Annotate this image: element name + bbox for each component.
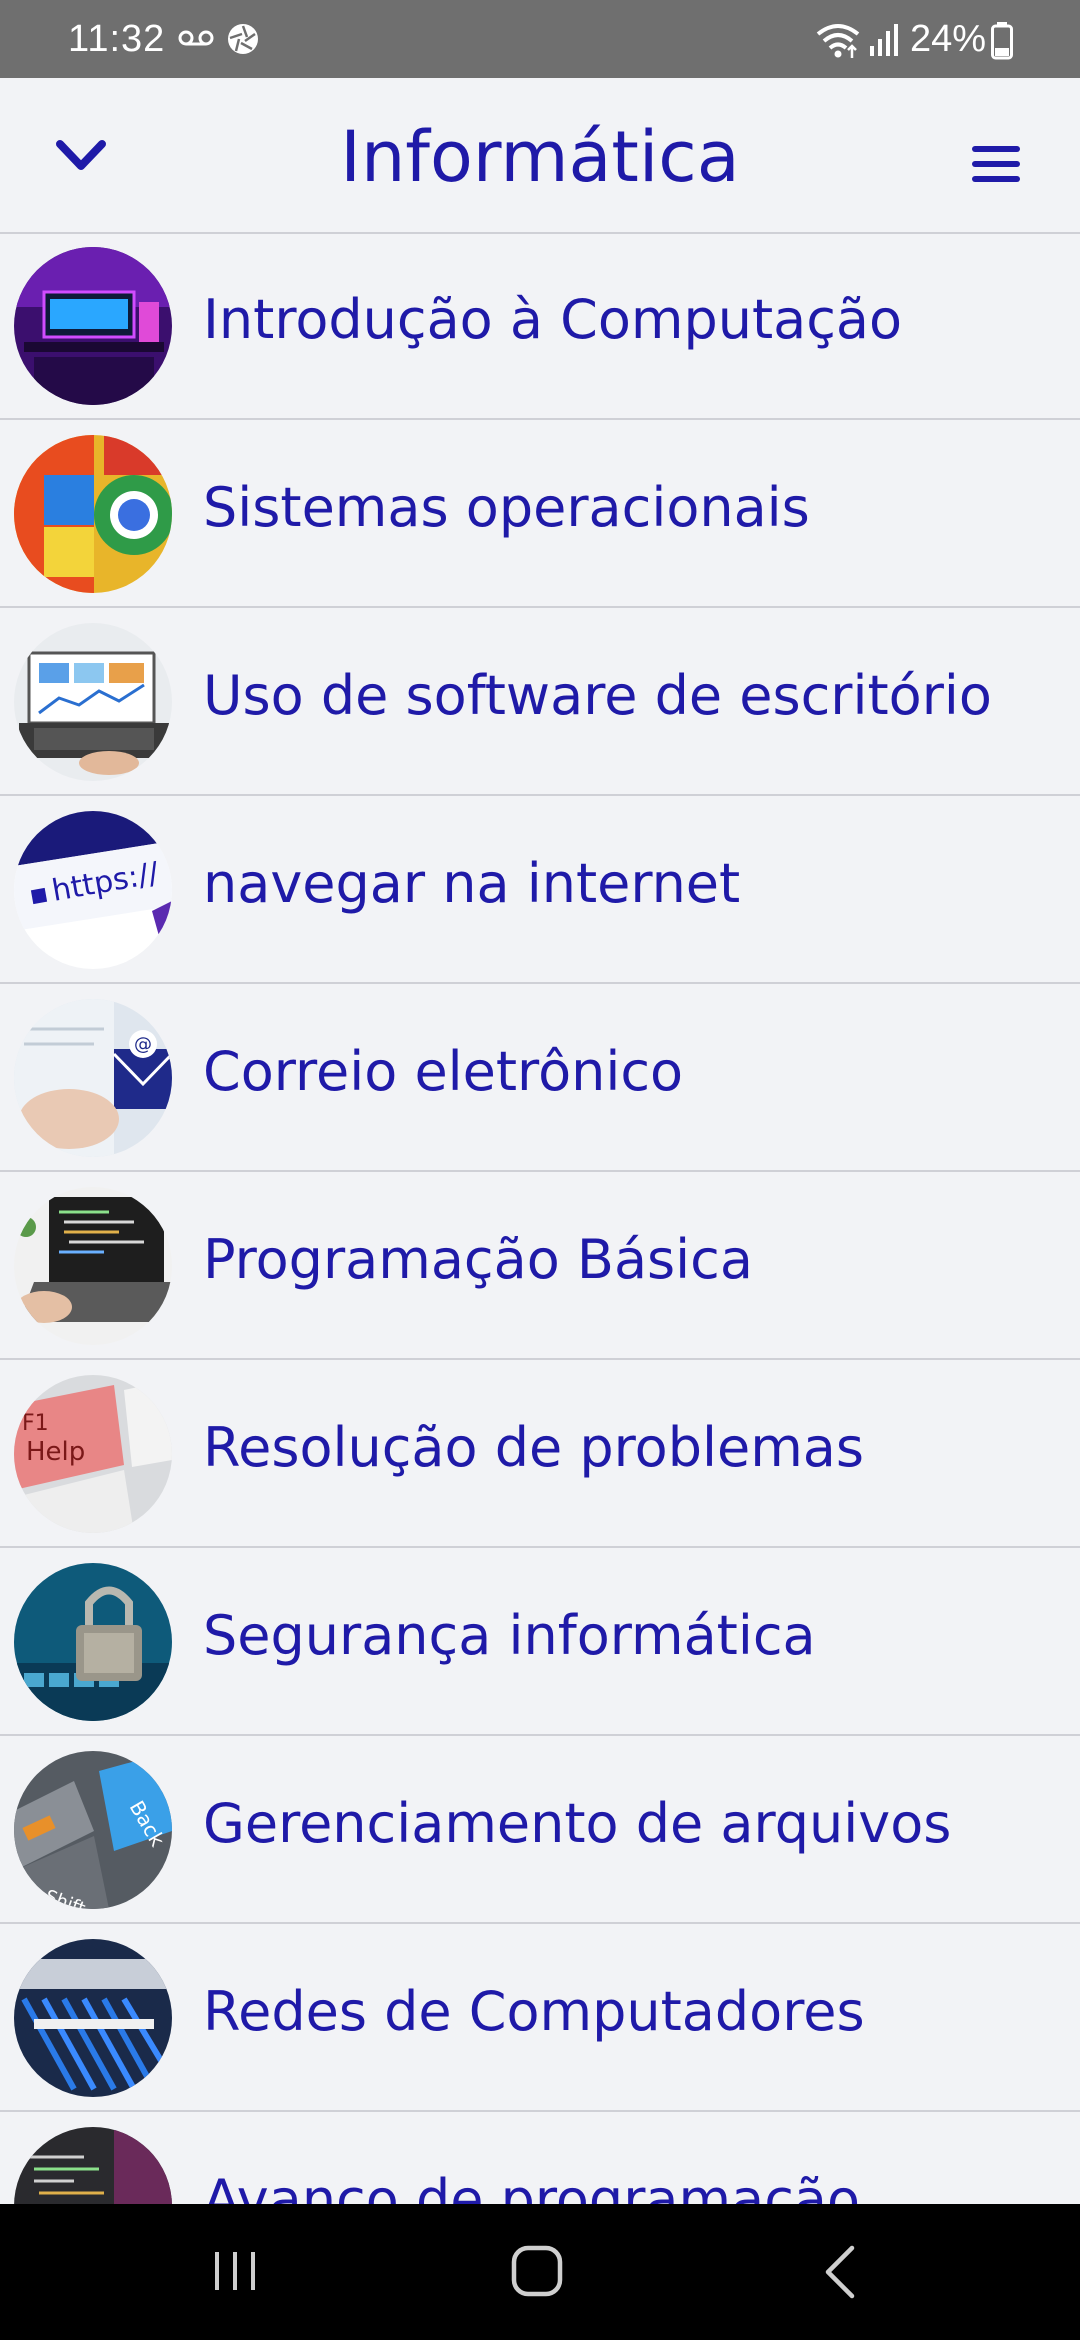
topic-item-programacao[interactable]: Programação Básica xyxy=(0,1172,1080,1360)
topic-item-escritorio[interactable]: Uso de software de escritório xyxy=(0,608,1080,796)
home-icon[interactable] xyxy=(510,2244,564,2298)
topic-item-sistemas[interactable]: Sistemas operacionais xyxy=(0,420,1080,608)
app-header: Informática xyxy=(0,78,1080,234)
svg-text:@: @ xyxy=(134,1034,152,1055)
gaming-desk-thumbnail xyxy=(14,247,172,405)
topic-label: Resolução de problemas xyxy=(203,1416,865,1479)
hamburger-menu-icon[interactable] xyxy=(966,140,1026,188)
backup-key-thumbnail: Back Shift xyxy=(14,1751,172,1909)
svg-text:Help: Help xyxy=(26,1437,85,1467)
topic-label: Introdução à Computação xyxy=(203,288,903,351)
topic-item-redes[interactable]: Redes de Computadores xyxy=(0,1924,1080,2112)
aperture-icon xyxy=(228,24,258,54)
app-screen: 11:32 24% Informática Introdução à Compu… xyxy=(0,0,1080,2340)
recents-icon[interactable] xyxy=(210,2248,260,2294)
topic-label: navegar na internet xyxy=(203,852,741,915)
wifi-icon xyxy=(816,24,860,58)
topic-label: Redes de Computadores xyxy=(203,1980,865,2043)
https-url-thumbnail: https:// xyxy=(14,811,172,969)
topic-label: Segurança informática xyxy=(203,1604,816,1667)
topic-label: Programação Básica xyxy=(203,1228,753,1291)
padlock-keyboard-thumbnail xyxy=(14,1563,172,1721)
svg-text:F1: F1 xyxy=(22,1411,49,1436)
topic-label: Correio eletrônico xyxy=(203,1040,684,1103)
topic-label: Gerenciamento de arquivos xyxy=(203,1792,952,1855)
help-key-thumbnail: F1 Help xyxy=(14,1375,172,1533)
topic-item-arquivos[interactable]: Back Shift Gerenciamento de arquivos xyxy=(0,1736,1080,1924)
topic-label: Sistemas operacionais xyxy=(203,476,810,539)
topic-label: Uso de software de escritório xyxy=(203,664,992,727)
email-envelope-thumbnail: @ xyxy=(14,999,172,1157)
network-cables-thumbnail xyxy=(14,1939,172,2097)
page-title: Informática xyxy=(340,116,740,198)
topic-item-internet[interactable]: https:// navegar na internet xyxy=(0,796,1080,984)
voicemail-icon xyxy=(178,30,214,46)
os-logos-thumbnail xyxy=(14,435,172,593)
laptop-code-thumbnail xyxy=(14,1187,172,1345)
status-time: 11:32 xyxy=(68,18,166,60)
signal-icon xyxy=(870,24,898,56)
laptop-charts-thumbnail xyxy=(14,623,172,781)
status-bar: 11:32 24% xyxy=(0,0,1080,78)
topic-item-introducao[interactable]: Introdução à Computação xyxy=(0,232,1080,420)
topic-item-seguranca[interactable]: Segurança informática xyxy=(0,1548,1080,1736)
topic-list: Introdução à Computação Sistemas operaci… xyxy=(0,232,1080,2300)
topic-item-resolucao[interactable]: F1 Help Resolução de problemas xyxy=(0,1360,1080,1548)
battery-icon xyxy=(991,22,1013,60)
system-navigation-bar xyxy=(0,2204,1080,2340)
back-icon[interactable] xyxy=(822,2244,858,2300)
topic-item-correio[interactable]: @ Correio eletrônico xyxy=(0,984,1080,1172)
battery-percentage: 24% xyxy=(910,18,987,60)
